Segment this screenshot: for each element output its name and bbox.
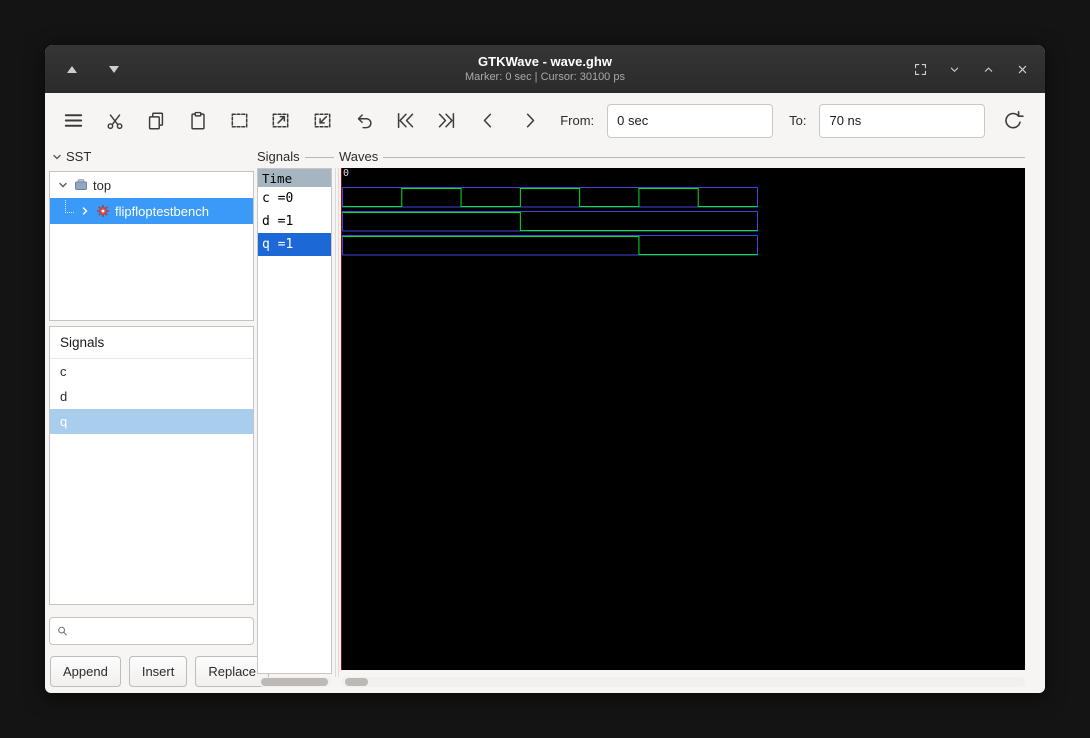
signal-name-column: Time c =0 d =1 q =1 bbox=[257, 168, 332, 674]
pane-rule bbox=[383, 156, 1025, 158]
window-restore-button[interactable] bbox=[907, 56, 933, 82]
zoom-to-end-button[interactable] bbox=[433, 105, 462, 136]
find-previous-edge-button[interactable] bbox=[474, 105, 503, 136]
pane-splitter[interactable] bbox=[335, 168, 339, 677]
window-title: GTKWave - wave.ghw bbox=[478, 54, 612, 69]
titlebar-up-arrow-button[interactable] bbox=[59, 56, 85, 82]
paste-button[interactable] bbox=[184, 105, 213, 136]
cut-icon bbox=[107, 113, 123, 129]
triangle-down-icon bbox=[109, 65, 119, 73]
titlebar[interactable]: GTKWave - wave.ghw Marker: 0 sec | Curso… bbox=[45, 45, 1045, 93]
signal-row-d[interactable]: d =1 bbox=[258, 210, 331, 233]
titlebar-down-arrow-button[interactable] bbox=[101, 56, 127, 82]
toolbar: From: To: bbox=[45, 93, 1045, 148]
zoom-to-start-button[interactable] bbox=[391, 105, 420, 136]
window-maximize-button[interactable] bbox=[975, 56, 1001, 82]
sst-tree: top flipfloptestbench bbox=[49, 171, 254, 321]
find-previous-edge-icon bbox=[483, 113, 492, 128]
time-header[interactable]: Time bbox=[258, 169, 331, 187]
expander-down-icon[interactable] bbox=[57, 179, 69, 191]
waves-pane-title: Waves bbox=[339, 149, 379, 164]
signal-row-c[interactable]: c =0 bbox=[258, 187, 331, 210]
menu-button[interactable] bbox=[59, 105, 88, 136]
zoom-in-icon bbox=[272, 113, 289, 128]
tree-item-label: top bbox=[93, 177, 112, 193]
window-status: Marker: 0 sec | Cursor: 30100 ps bbox=[465, 71, 625, 83]
zoom-undo-icon bbox=[357, 113, 372, 128]
zoom-to-end-icon bbox=[439, 113, 455, 128]
reload-button[interactable] bbox=[998, 105, 1027, 136]
from-label: From: bbox=[560, 113, 595, 128]
waves-pane-label: Waves bbox=[339, 149, 1025, 164]
expander-right-icon[interactable] bbox=[79, 205, 91, 217]
triangle-up-icon bbox=[67, 65, 77, 73]
to-input[interactable] bbox=[819, 103, 986, 138]
menu-icon bbox=[64, 114, 82, 127]
signal-row-q[interactable]: q =1 bbox=[258, 233, 331, 256]
chevron-up-icon bbox=[984, 67, 992, 72]
tree-item-label: flipfloptestbench bbox=[115, 203, 209, 219]
wave-plot[interactable] bbox=[342, 186, 1025, 286]
chevron-down-icon bbox=[950, 67, 958, 72]
sst-header[interactable]: SST bbox=[51, 149, 91, 164]
search-input[interactable] bbox=[73, 622, 253, 640]
signal-list-label: d bbox=[60, 389, 68, 404]
zoom-to-start-icon bbox=[397, 113, 414, 128]
window-restore-icon bbox=[914, 63, 926, 75]
signal-list-item-q[interactable]: q bbox=[50, 409, 253, 434]
pane-rule bbox=[304, 156, 334, 158]
gtkwave-window: GTKWave - wave.ghw Marker: 0 sec | Curso… bbox=[45, 45, 1045, 693]
find-next-edge-button[interactable] bbox=[516, 105, 545, 136]
to-label: To: bbox=[789, 113, 807, 128]
copy-button[interactable] bbox=[142, 105, 171, 136]
chevron-down-icon bbox=[53, 154, 61, 159]
window-minimize-button[interactable] bbox=[941, 56, 967, 82]
wave-scrollbar-thumb[interactable] bbox=[345, 678, 368, 686]
copy-icon bbox=[149, 111, 164, 130]
names-scrollbar-thumb[interactable] bbox=[261, 678, 328, 686]
paste-icon bbox=[191, 111, 205, 130]
tree-item-top[interactable]: top bbox=[50, 172, 253, 198]
titlebar-left-controls bbox=[59, 45, 127, 93]
signal-list-label: q bbox=[60, 414, 68, 429]
zoom-out-button[interactable] bbox=[308, 105, 337, 136]
zoom-fit-button[interactable] bbox=[225, 105, 254, 136]
timeline-origin: 0 bbox=[343, 168, 350, 179]
window-close-button[interactable] bbox=[1009, 56, 1035, 82]
names-pane-title: Signals bbox=[257, 149, 300, 164]
signals-panel-header: Signals bbox=[50, 327, 253, 359]
zoom-in-button[interactable] bbox=[267, 105, 296, 136]
close-icon bbox=[1018, 65, 1026, 73]
search-box[interactable] bbox=[49, 617, 254, 645]
reload-icon bbox=[1004, 110, 1024, 128]
names-pane-label: Signals bbox=[257, 149, 334, 164]
wave-canvas[interactable]: 0 bbox=[341, 168, 1025, 670]
wave-scrollbar bbox=[341, 677, 1025, 687]
append-button[interactable]: Append bbox=[50, 656, 121, 687]
tree-item-flipfloptestbench[interactable]: flipfloptestbench bbox=[50, 198, 253, 224]
gear-icon bbox=[97, 205, 109, 217]
titlebar-right-controls bbox=[907, 45, 1035, 93]
cut-button[interactable] bbox=[101, 105, 130, 136]
signal-list-item-d[interactable]: d bbox=[50, 384, 253, 409]
from-input[interactable] bbox=[607, 103, 774, 138]
find-next-edge-icon bbox=[527, 113, 535, 128]
insert-button[interactable]: Insert bbox=[128, 656, 188, 687]
zoom-out-icon bbox=[314, 113, 331, 128]
search-icon bbox=[58, 626, 67, 636]
signal-list-item-c[interactable]: c bbox=[50, 359, 253, 384]
module-icon bbox=[75, 179, 87, 190]
action-buttons: Append Insert Replace bbox=[50, 656, 270, 687]
tree-guide-line bbox=[65, 200, 74, 213]
signal-list-label: c bbox=[60, 364, 67, 379]
zoom-fit-icon bbox=[231, 113, 248, 128]
zoom-undo-button[interactable] bbox=[350, 105, 379, 136]
signals-panel: Signals c d q bbox=[49, 326, 254, 605]
names-scrollbar bbox=[258, 677, 331, 687]
sst-header-label: SST bbox=[66, 149, 92, 164]
